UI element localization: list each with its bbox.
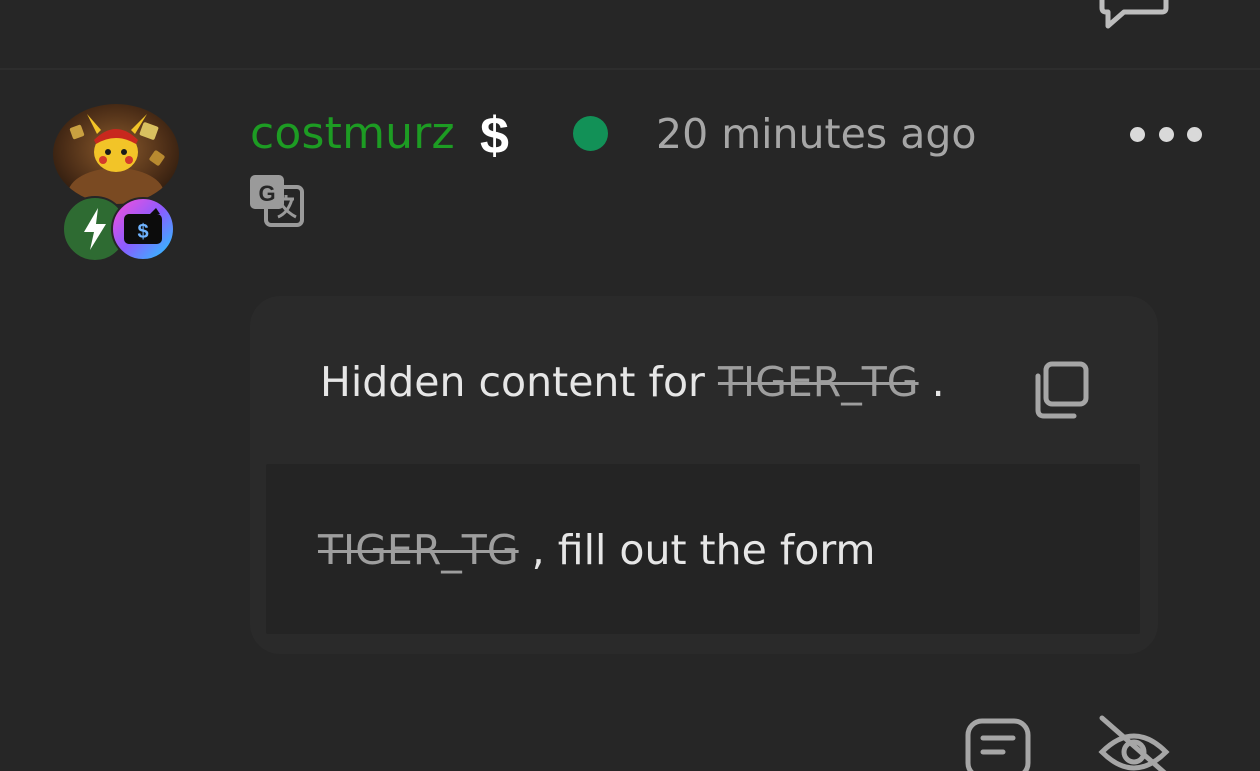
wallet-badge-icon: $: [110, 196, 176, 262]
mentioned-user[interactable]: TIGER_TG: [718, 358, 919, 406]
eye-off-icon[interactable]: [1096, 712, 1172, 771]
svg-text:$: $: [137, 221, 148, 243]
more-dot: [1187, 126, 1202, 142]
more-dot: [1130, 126, 1145, 142]
mentioned-user[interactable]: TIGER_TG: [318, 526, 519, 574]
translate-icon[interactable]: G: [248, 173, 306, 229]
username[interactable]: costmurz: [250, 108, 455, 159]
comment-page: $ costmurz $ 20 minutes ago G Hidden con…: [0, 0, 1260, 771]
avatar-image: [53, 104, 179, 204]
currency-badge: $: [480, 107, 509, 165]
more-options-button[interactable]: [1130, 120, 1202, 148]
online-status-dot: [573, 116, 608, 151]
comment-icon[interactable]: [1098, 0, 1170, 32]
avatar[interactable]: [53, 104, 179, 204]
hidden-content-header: Hidden content for TIGER_TG .: [320, 358, 945, 406]
hidden-content-message: TIGER_TG , fill out the form: [318, 526, 875, 574]
hidden-content-suffix: .: [931, 358, 945, 406]
hidden-content-prefix: Hidden content for: [320, 358, 705, 406]
hidden-content-body-text: , fill out the form: [531, 526, 876, 574]
timestamp: 20 minutes ago: [656, 110, 977, 158]
copy-icon[interactable]: [1030, 360, 1090, 420]
reply-icon[interactable]: [963, 716, 1033, 771]
previous-comment-footer: [0, 0, 1260, 70]
svg-text:G: G: [258, 181, 275, 206]
more-dot: [1158, 126, 1174, 142]
